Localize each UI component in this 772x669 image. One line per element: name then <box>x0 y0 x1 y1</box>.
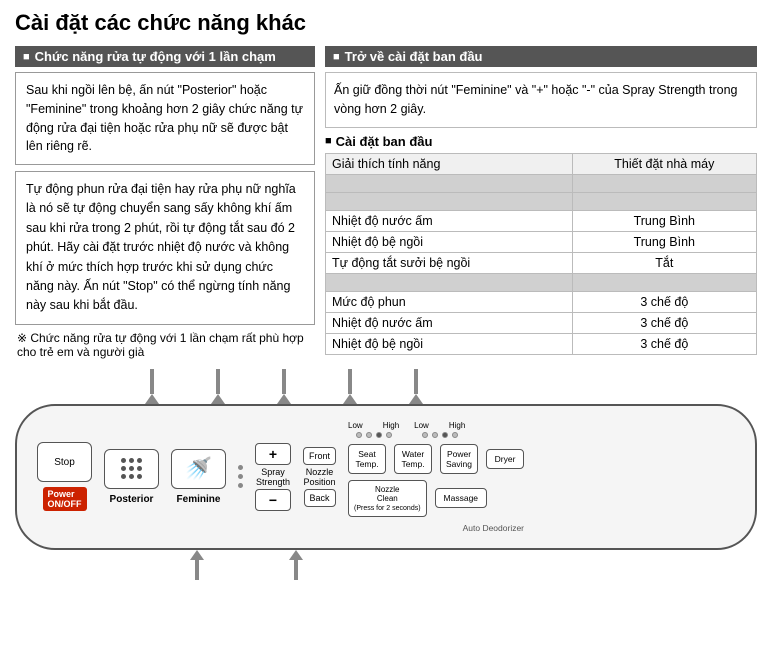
stop-label: Stop <box>54 457 75 468</box>
table-row: Nhiệt độ bệ ngồi Trung Bình <box>326 231 757 252</box>
arrow-up-spray-plus <box>190 550 204 580</box>
control-panel-area: Stop Power ON/OFF <box>15 369 757 580</box>
seat-temp-button[interactable]: SeatTemp. <box>348 444 386 474</box>
power-label: Power <box>48 489 75 499</box>
sub-section-header: Cài đặt ban đầu <box>325 134 757 149</box>
power-saving-button[interactable]: PowerSaving <box>440 444 478 474</box>
arrow-down-spray2 <box>409 369 423 404</box>
table-row: Tự động tắt sưởi bệ ngồi Tắt <box>326 252 757 273</box>
table-row <box>326 273 757 291</box>
feminine-group: 🚿 Feminine <box>171 449 226 505</box>
power-onoff: ON/OFF <box>48 499 82 509</box>
power-button[interactable]: Power ON/OFF <box>43 487 87 511</box>
settings-table: Giải thích tính năng Thiết đặt nhà máy N… <box>325 153 757 355</box>
right-column: Trở về cài đặt ban đầu Ấn giữ đồng thời … <box>325 46 757 359</box>
massage-button[interactable]: Massage <box>435 488 488 508</box>
right-buttons-row: SeatTemp. WaterTemp. PowerSaving Dryer <box>348 444 524 474</box>
seat-temp-dots <box>356 432 392 438</box>
water-temp-dots <box>422 432 458 438</box>
feminine-button[interactable]: 🚿 <box>171 449 226 489</box>
auto-deodorizer-label: Auto Deodorizer <box>348 523 524 533</box>
table-row <box>326 174 757 192</box>
low-label-2: Low <box>414 421 429 430</box>
nozzle-clean-button[interactable]: NozzleClean(Press for 2 seconds) <box>348 480 427 517</box>
bottom-info-box: Tự động phun rửa đại tiện hay rửa phụ nữ… <box>15 171 315 325</box>
nozzle-back-button[interactable]: Back <box>304 489 336 507</box>
col-header-feature: Giải thích tính năng <box>326 153 573 174</box>
water-temp-indicator: Low High <box>414 421 465 438</box>
posterior-button[interactable] <box>104 449 159 489</box>
stop-power-group: Stop Power ON/OFF <box>37 442 92 511</box>
dots-icon <box>121 458 143 480</box>
right-panel-section: Low High Low High <box>348 421 524 533</box>
left-section-header: Chức năng rửa tự động với 1 lần chạm <box>15 46 315 67</box>
arrow-down-stop <box>145 369 159 404</box>
spray-label: SprayStrength <box>256 467 290 487</box>
page-title: Cài đặt các chức năng khác <box>15 10 757 36</box>
stop-button[interactable]: Stop <box>37 442 92 482</box>
seat-temp-indicator: Low High <box>348 421 399 438</box>
arrow-down-spray <box>343 369 357 404</box>
water-temp-button[interactable]: WaterTemp. <box>394 444 432 474</box>
table-row: Nhiệt độ nước ấm 3 chế độ <box>326 312 757 333</box>
device-panel: Stop Power ON/OFF <box>15 404 757 550</box>
nozzle-front-button[interactable]: Front <box>303 447 336 465</box>
arrow-down-feminine <box>277 369 291 404</box>
low-label: Low <box>348 421 363 430</box>
right-section-header: Trở về cài đặt ban đầu <box>325 46 757 67</box>
right-instruction-box: Ấn giữ đồng thời nút "Feminine" và "+" h… <box>325 72 757 128</box>
table-row: Nhiệt độ nước ấm Trung Bình <box>326 210 757 231</box>
note-text: ※ Chức năng rửa tự động với 1 lần chạm r… <box>15 331 315 359</box>
dryer-button[interactable]: Dryer <box>486 449 524 469</box>
spray-plus-button[interactable]: + <box>255 443 291 465</box>
table-row: Mức độ phun 3 chế độ <box>326 291 757 312</box>
arrow-up-spray-minus <box>289 550 303 580</box>
top-info-box: Sau khi ngồi lên bệ, ấn nút "Posterior" … <box>15 72 315 165</box>
left-column: Chức năng rửa tự động với 1 lần chạm Sau… <box>15 46 315 359</box>
posterior-label: Posterior <box>110 494 154 505</box>
table-row: Nhiệt độ bệ ngồi 3 chế độ <box>326 333 757 354</box>
nozzle-label: NozzlePosition <box>303 467 335 487</box>
arrow-down-posterior <box>211 369 225 404</box>
spray-dots-indicator <box>238 465 243 488</box>
person-icon: 🚿 <box>185 458 212 480</box>
table-row <box>326 192 757 210</box>
spray-minus-button[interactable]: − <box>255 489 291 511</box>
feminine-label: Feminine <box>177 494 221 505</box>
high-label: High <box>383 421 399 430</box>
nozzle-position-group: Front NozzlePosition Back <box>303 447 336 507</box>
high-label-2: High <box>449 421 465 430</box>
col-header-factory: Thiết đặt nhà máy <box>572 153 756 174</box>
bottom-buttons-row: NozzleClean(Press for 2 seconds) Massage <box>348 480 524 517</box>
spray-strength-group: + SprayStrength − <box>255 443 291 511</box>
indicator-row-top: Low High Low High <box>348 421 524 438</box>
posterior-group: Posterior <box>104 449 159 505</box>
